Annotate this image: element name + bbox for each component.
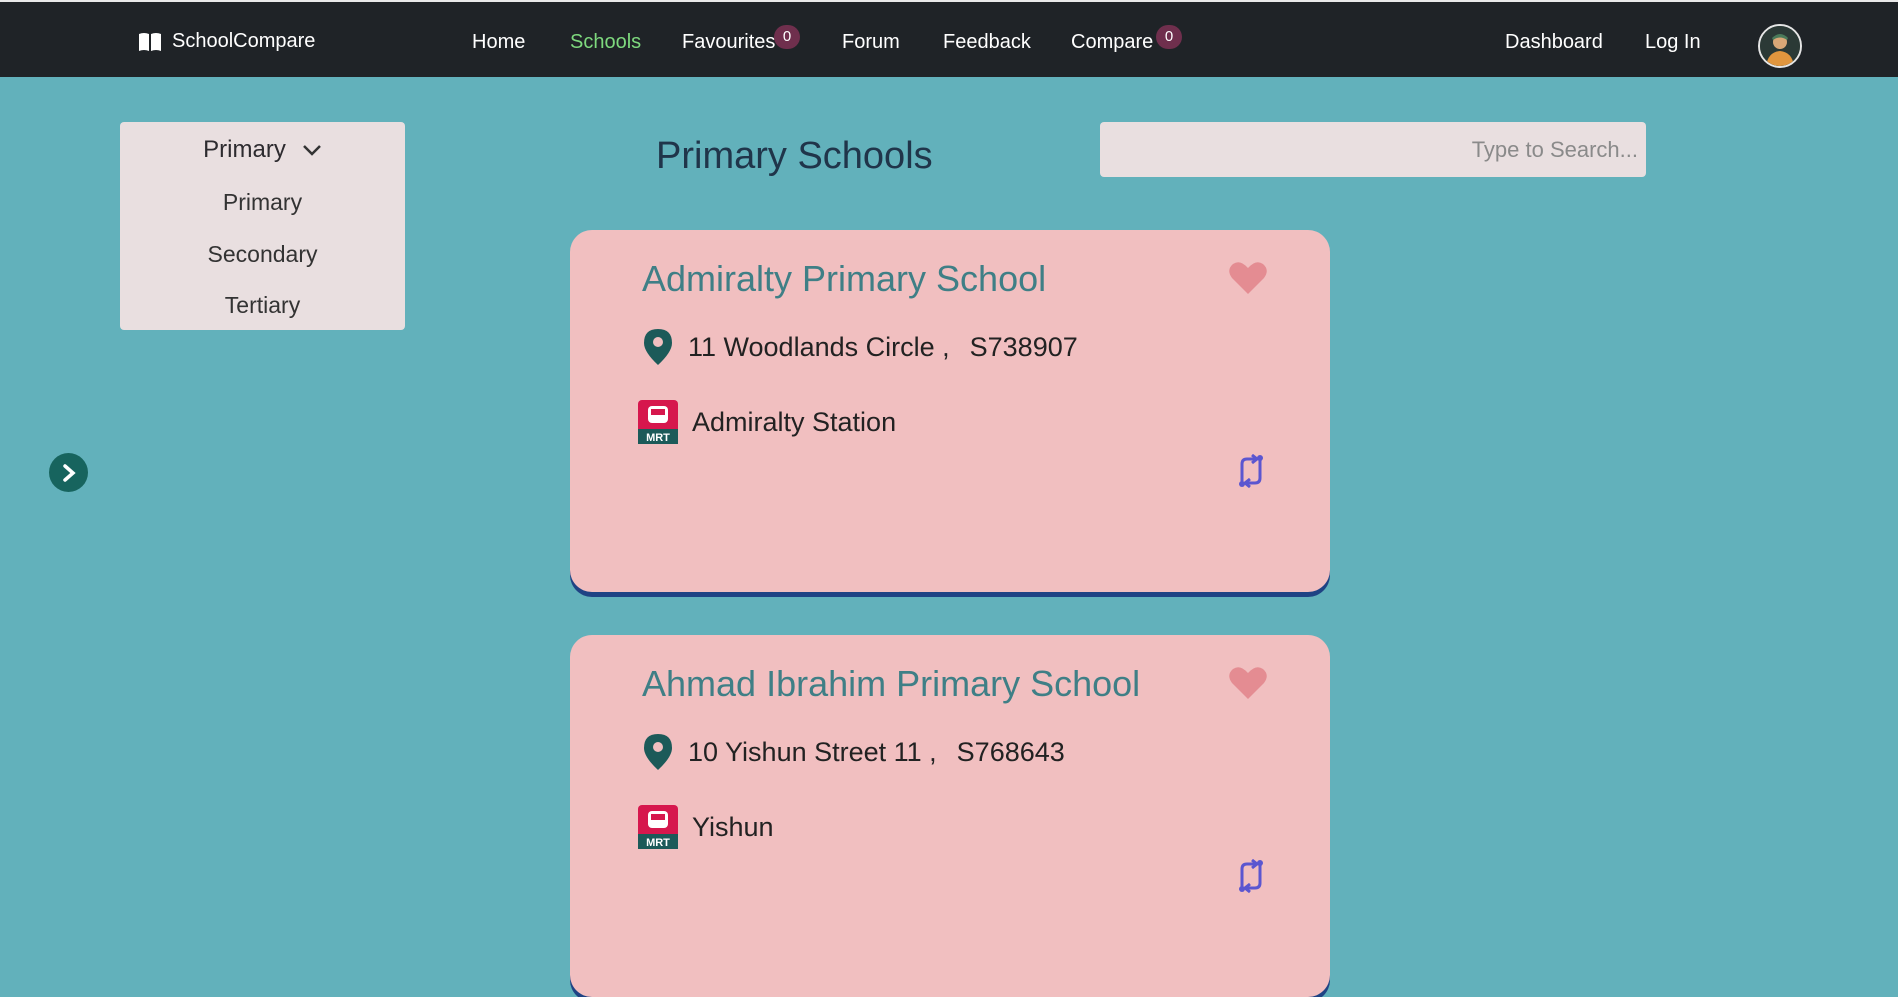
school-mrt-station: Yishun [692, 811, 774, 842]
nav-compare[interactable]: Compare 0 [1071, 25, 1182, 54]
school-card[interactable]: Ahmad Ibrahim Primary School 10 Yishun S… [570, 635, 1330, 997]
school-name[interactable]: Ahmad Ibrahim Primary School [642, 663, 1140, 705]
nav-feedback[interactable]: Feedback [943, 31, 1031, 54]
avatar[interactable] [1758, 24, 1802, 68]
school-level-dropdown: Primary Primary Secondary Tertiary [120, 122, 405, 330]
nav-home[interactable]: Home [472, 31, 525, 54]
school-postal: S738907 [969, 331, 1078, 362]
school-postal: S768643 [956, 736, 1065, 767]
nav-favourites[interactable]: Favourites 0 [682, 25, 800, 54]
brand-link[interactable]: SchoolCompare [138, 30, 315, 53]
school-address: 10 Yishun Street 11 , [688, 736, 937, 767]
sidebar-toggle-button[interactable] [49, 453, 88, 492]
chevron-down-icon [302, 145, 321, 156]
dropdown-item-tertiary[interactable]: Tertiary [120, 292, 405, 319]
top-navbar: SchoolCompare Home Schools Favourites 0 … [0, 0, 1898, 77]
favourites-count-badge: 0 [774, 25, 800, 49]
mrt-label: MRT [646, 432, 670, 444]
school-mrt-row: MRT Admiralty Station [638, 400, 896, 444]
nav-login[interactable]: Log In [1645, 31, 1701, 54]
book-icon [139, 32, 161, 51]
compare-count-badge: 0 [1156, 25, 1182, 49]
avatar-image [1760, 26, 1800, 66]
heart-icon[interactable] [1228, 260, 1268, 296]
brand-name: SchoolCompare [172, 30, 316, 52]
dropdown-toggle[interactable]: Primary [120, 136, 405, 164]
mrt-icon: MRT [638, 400, 678, 444]
mrt-label: MRT [646, 837, 670, 849]
compare-icon[interactable] [1234, 454, 1268, 488]
mrt-icon: MRT [638, 805, 678, 849]
school-address: 11 Woodlands Circle , [688, 331, 950, 362]
page-title: Primary Schools [656, 135, 933, 177]
dropdown-selected-label: Primary [203, 136, 286, 163]
school-name[interactable]: Admiralty Primary School [642, 258, 1046, 300]
nav-favourites-label: Favourites [682, 31, 776, 53]
chevron-right-icon [62, 463, 76, 482]
location-pin-icon [644, 329, 672, 365]
nav-compare-label: Compare [1071, 31, 1154, 53]
nav-dashboard[interactable]: Dashboard [1505, 31, 1603, 54]
nav-schools[interactable]: Schools [570, 31, 641, 54]
school-card[interactable]: Admiralty Primary School 11 Woodlands Ci… [570, 230, 1330, 592]
school-address-row: 10 Yishun Street 11 , S768643 [642, 733, 1065, 771]
compare-icon[interactable] [1234, 859, 1268, 893]
school-address-row: 11 Woodlands Circle , S738907 [642, 328, 1078, 366]
nav-forum[interactable]: Forum [842, 31, 900, 54]
search-input[interactable] [1100, 122, 1646, 177]
dropdown-item-primary[interactable]: Primary [120, 189, 405, 216]
school-mrt-row: MRT Yishun [638, 805, 774, 849]
heart-icon[interactable] [1228, 665, 1268, 701]
dropdown-item-secondary[interactable]: Secondary [120, 241, 405, 268]
school-mrt-station: Admiralty Station [692, 406, 897, 437]
location-pin-icon [644, 734, 672, 770]
